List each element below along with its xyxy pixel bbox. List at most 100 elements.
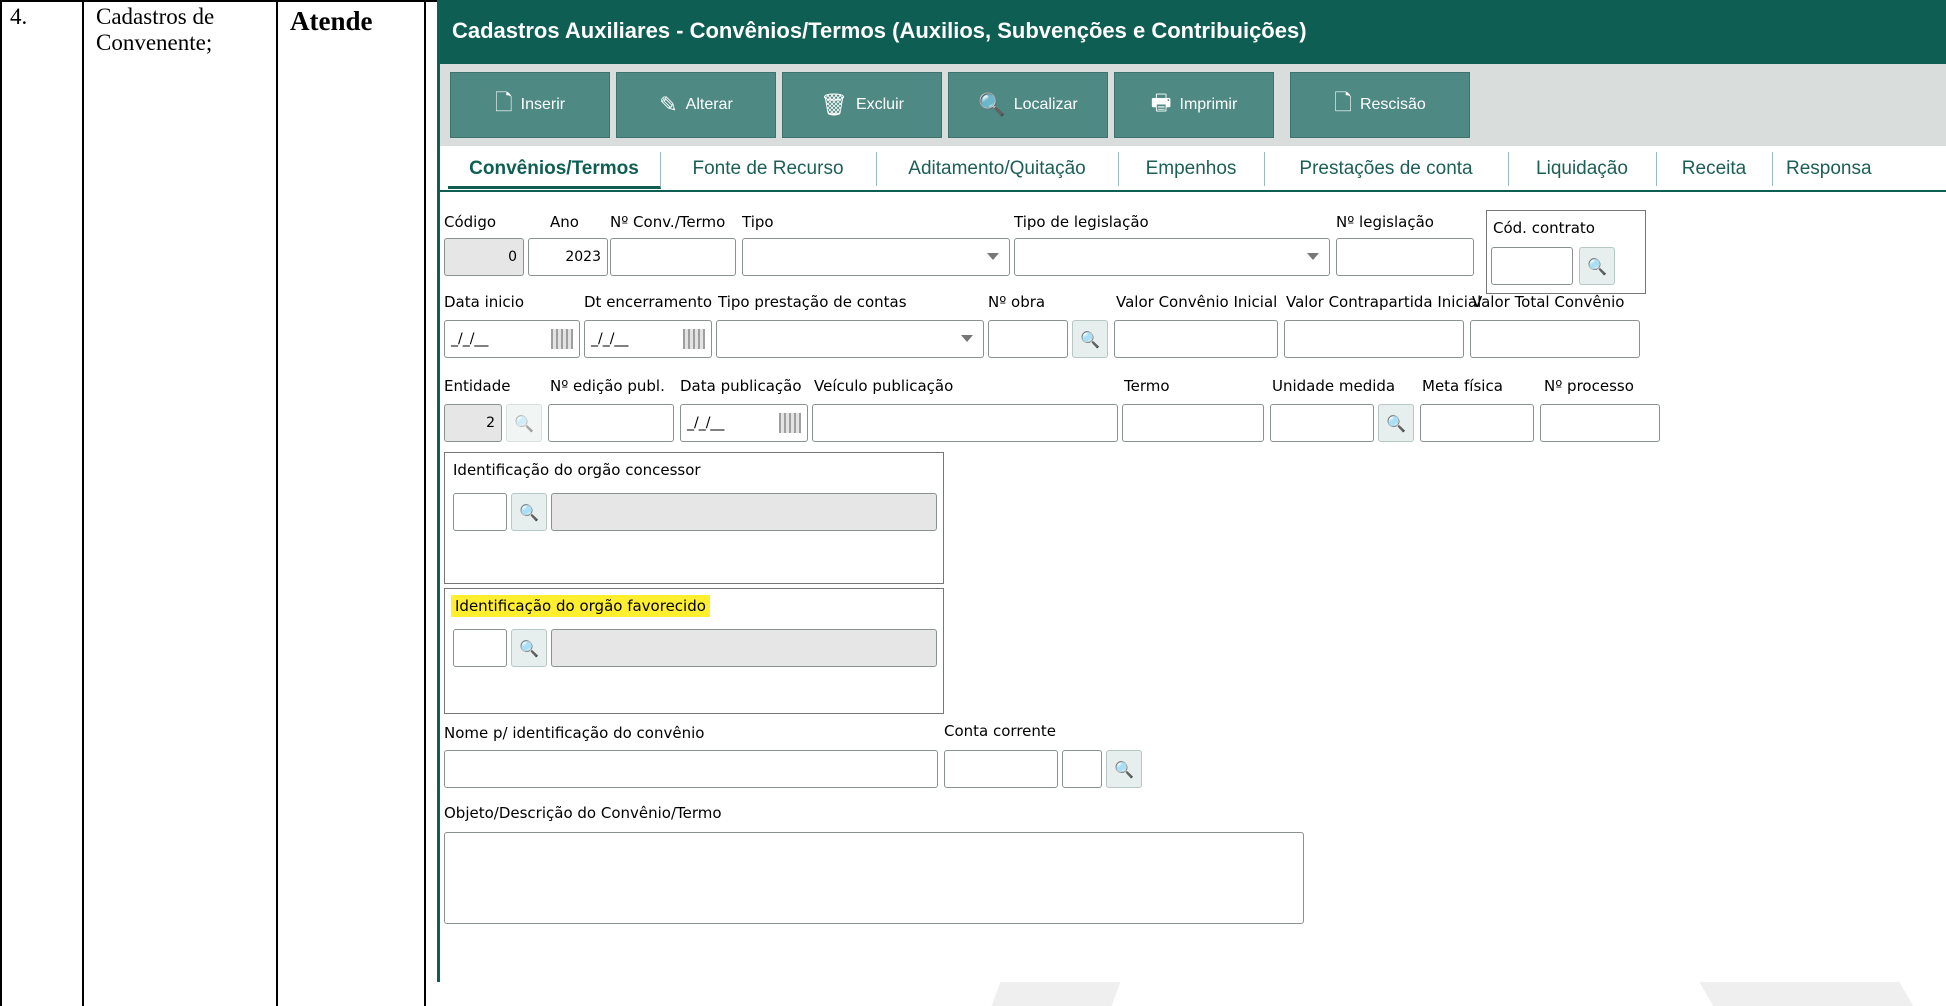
search-icon: 🔍 bbox=[1114, 759, 1134, 779]
valor-total-label: Valor Total Convênio bbox=[1472, 293, 1625, 311]
conta-corrente-search-button[interactable]: 🔍 bbox=[1106, 750, 1142, 788]
orgao-concessor-search-button[interactable]: 🔍 bbox=[511, 493, 547, 531]
data-inicio-field[interactable]: _/_/__ bbox=[444, 320, 580, 358]
dt-encerramento-field[interactable]: _/_/__ bbox=[584, 320, 712, 358]
nome-identificacao-field[interactable] bbox=[444, 750, 938, 788]
num-obra-field[interactable] bbox=[988, 320, 1068, 358]
tipo-prestacao-select[interactable] bbox=[716, 320, 984, 358]
locate-button-label: Localizar bbox=[1013, 96, 1078, 113]
data-inicio-label: Data inicio bbox=[444, 293, 525, 311]
tab-fonte-recurso[interactable]: Fonte de Recurso bbox=[660, 152, 877, 186]
valor-conv-inicial-field[interactable] bbox=[1114, 320, 1278, 358]
entidade-label: Entidade bbox=[444, 377, 511, 395]
unidade-medida-label: Unidade medida bbox=[1272, 377, 1396, 395]
dt-encerramento-value: _/_/__ bbox=[591, 331, 629, 347]
locate-button[interactable]: 🔍 Localizar bbox=[948, 72, 1108, 138]
document-add-icon: 🗋 bbox=[494, 90, 513, 115]
tab-liquidacao[interactable]: Liquidação bbox=[1508, 152, 1657, 186]
pencil-icon: ✎ bbox=[659, 92, 678, 117]
entidade-value: 2 bbox=[486, 415, 495, 431]
orgao-favorecido-label: Identificação do orgão favorecido bbox=[451, 595, 710, 617]
num-legislacao-label: Nº legislação bbox=[1336, 213, 1434, 231]
ano-field[interactable]: 2023 bbox=[528, 238, 608, 276]
tab-convenios-termos[interactable]: Convênios/Termos bbox=[448, 152, 661, 189]
trash-icon: 🗑 bbox=[820, 92, 848, 117]
conta-corrente-digit-field[interactable] bbox=[1062, 750, 1102, 788]
entidade-search-button[interactable]: 🔍 bbox=[506, 404, 542, 442]
valor-conv-inicial-label: Valor Convênio Inicial bbox=[1116, 293, 1278, 311]
row-number: 4. bbox=[10, 4, 28, 29]
app-screenshot-window: Cadastros Auxiliares - Convênios/Termos … bbox=[437, 0, 1946, 982]
calendar-icon[interactable] bbox=[551, 329, 573, 349]
edit-button-label: Alterar bbox=[685, 96, 733, 113]
orgao-concessor-label: Identificação do orgão concessor bbox=[453, 461, 701, 479]
valor-total-field[interactable] bbox=[1470, 320, 1640, 358]
delete-button[interactable]: 🗑 Excluir bbox=[782, 72, 942, 138]
codigo-value: 0 bbox=[508, 249, 517, 265]
chevron-down-icon bbox=[987, 253, 999, 260]
termo-field[interactable] bbox=[1122, 404, 1264, 442]
chevron-down-icon bbox=[1307, 253, 1319, 260]
tipo-legislacao-select[interactable] bbox=[1014, 238, 1330, 276]
calendar-icon[interactable] bbox=[779, 413, 801, 433]
num-conv-label: Nº Conv./Termo bbox=[610, 213, 726, 231]
cod-contrato-field[interactable] bbox=[1491, 247, 1573, 285]
tab-empenhos[interactable]: Empenhos bbox=[1118, 152, 1265, 186]
orgao-favorecido-code-field[interactable] bbox=[453, 629, 507, 667]
orgao-favorecido-group: Identificação do orgão favorecido 🔍 bbox=[444, 588, 944, 714]
orgao-favorecido-name-field bbox=[551, 629, 937, 667]
data-publicacao-field[interactable]: _/_/__ bbox=[680, 404, 808, 442]
calendar-icon[interactable] bbox=[683, 329, 705, 349]
conta-corrente-field[interactable] bbox=[944, 750, 1058, 788]
veiculo-publicacao-label: Veículo publicação bbox=[814, 377, 954, 395]
objeto-descricao-textarea[interactable] bbox=[444, 832, 1304, 924]
num-edicao-field[interactable] bbox=[548, 404, 674, 442]
rescission-button[interactable]: 🗋 Rescisão bbox=[1290, 72, 1470, 138]
codigo-field: 0 bbox=[444, 238, 524, 276]
orgao-concessor-code-field[interactable] bbox=[453, 493, 507, 531]
printer-icon: 🖶 bbox=[1150, 90, 1172, 115]
veiculo-publicacao-field[interactable] bbox=[812, 404, 1118, 442]
delete-button-label: Excluir bbox=[855, 96, 904, 113]
table-border bbox=[82, 0, 84, 1006]
tab-aditamento-quitacao[interactable]: Aditamento/Quitação bbox=[876, 152, 1119, 186]
tab-bar: Convênios/Termos Fonte de Recurso Aditam… bbox=[440, 146, 1946, 192]
unidade-medida-search-button[interactable]: 🔍 bbox=[1378, 404, 1414, 442]
valor-contrapartida-field[interactable] bbox=[1284, 320, 1464, 358]
document-remove-icon: 🗋 bbox=[1334, 90, 1352, 115]
print-button[interactable]: 🖶 Imprimir bbox=[1114, 72, 1274, 138]
table-border bbox=[0, 0, 2, 1006]
orgao-concessor-name-field bbox=[551, 493, 937, 531]
tipo-legislacao-label: Tipo de legislação bbox=[1014, 213, 1149, 231]
search-icon: 🔍 bbox=[1386, 413, 1406, 433]
num-conv-field[interactable] bbox=[610, 238, 736, 276]
num-processo-label: Nº processo bbox=[1544, 377, 1634, 395]
edit-button[interactable]: ✎ Alterar bbox=[616, 72, 776, 138]
meta-fisica-field[interactable] bbox=[1420, 404, 1534, 442]
unidade-medida-field[interactable] bbox=[1270, 404, 1374, 442]
meta-fisica-label: Meta física bbox=[1422, 377, 1503, 395]
tab-receita[interactable]: Receita bbox=[1656, 152, 1773, 186]
tab-responsaveis[interactable]: Responsa bbox=[1772, 152, 1946, 186]
insert-button-label: Inserir bbox=[520, 96, 566, 113]
search-icon: 🔍 bbox=[1080, 329, 1100, 349]
cod-contrato-label: Cód. contrato bbox=[1493, 219, 1595, 237]
table-border bbox=[276, 0, 278, 1006]
num-processo-field[interactable] bbox=[1540, 404, 1660, 442]
search-icon: 🔍 bbox=[519, 502, 539, 522]
nome-identificacao-label: Nome p/ identificação do convênio bbox=[444, 724, 705, 742]
objeto-descricao-label: Objeto/Descrição do Convênio/Termo bbox=[444, 804, 722, 822]
insert-button[interactable]: 🗋 Inserir bbox=[450, 72, 610, 138]
cod-contrato-group: Cód. contrato 🔍 bbox=[1486, 210, 1646, 294]
tab-prestacoes-conta[interactable]: Prestações de conta bbox=[1264, 152, 1509, 186]
search-icon: 🔍 bbox=[519, 638, 539, 658]
num-obra-search-button[interactable]: 🔍 bbox=[1072, 320, 1108, 358]
num-edicao-label: Nº edição publ. bbox=[550, 377, 665, 395]
search-icon: 🔍 bbox=[1587, 256, 1607, 276]
num-legislacao-field[interactable] bbox=[1336, 238, 1474, 276]
cod-contrato-search-button[interactable]: 🔍 bbox=[1579, 247, 1615, 285]
entidade-field: 2 bbox=[444, 404, 502, 442]
tipo-select[interactable] bbox=[742, 238, 1010, 276]
ano-label: Ano bbox=[550, 213, 579, 231]
orgao-favorecido-search-button[interactable]: 🔍 bbox=[511, 629, 547, 667]
